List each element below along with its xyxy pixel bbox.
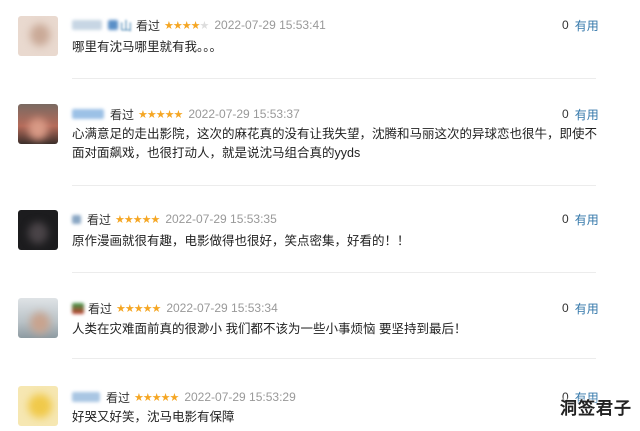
rating-stars: ★★★★★ — [138, 108, 183, 121]
avatar[interactable] — [18, 16, 58, 56]
review-meta: 看过 ★★★★★ 2022-07-29 15:53:37 — [72, 105, 300, 123]
rating-stars: ★★★★★ — [115, 213, 160, 226]
timestamp: 2022-07-29 15:53:29 — [184, 390, 296, 404]
useful-button[interactable]: 有用 — [575, 300, 599, 317]
vote-area: 0 有用 — [562, 210, 599, 228]
username-blurred[interactable] — [72, 109, 104, 119]
rating-stars: ★★★★★ — [116, 302, 161, 315]
avatar[interactable] — [18, 104, 58, 144]
avatar[interactable] — [18, 298, 58, 338]
review-meta: 看过 ★★★★★ 2022-07-29 15:53:34 — [72, 299, 278, 317]
rating-stars: ★★★★★ — [134, 391, 179, 404]
avatar[interactable] — [18, 386, 58, 426]
useful-button[interactable]: 有用 — [575, 106, 599, 123]
review-content: 好哭又好笑，沈马电影有保障 — [72, 410, 235, 424]
seen-label: 看过 — [136, 18, 161, 33]
divider — [72, 272, 596, 273]
review-meta: 山 看过 ★★★★★ 2022-07-29 15:53:41 — [72, 16, 326, 34]
seen-label: 看过 — [87, 212, 112, 227]
seen-label: 看过 — [106, 390, 131, 405]
vote-count: 0 — [562, 18, 569, 32]
username[interactable]: 山 — [120, 17, 132, 34]
watermark: 洞签君子 — [560, 399, 632, 418]
divider — [72, 185, 596, 186]
vote-count: 0 — [562, 301, 569, 315]
vote-count: 0 — [562, 107, 569, 121]
review-meta: 看过 ★★★★★ 2022-07-29 15:53:29 — [72, 388, 296, 406]
review-content: 哪里有沈马哪里就有我。。。 — [72, 40, 223, 54]
timestamp: 2022-07-29 15:53:37 — [188, 107, 300, 121]
review-content: 心满意足的走出影院，这次的麻花真的没有让我失望，沈腾和马丽这次的异球恋也很牛，即… — [72, 127, 598, 160]
useful-button[interactable]: 有用 — [575, 211, 599, 228]
divider — [72, 78, 596, 79]
username-blurred[interactable] — [72, 214, 81, 224]
rating-stars: ★★★★★ — [164, 19, 209, 32]
avatar[interactable] — [18, 210, 58, 250]
timestamp: 2022-07-29 15:53:34 — [166, 301, 278, 315]
seen-label: 看过 — [88, 301, 113, 316]
review-content: 原作漫画就很有趣，电影做得也很好，笑点密集，好看的！！ — [72, 234, 410, 248]
username-blurred[interactable] — [72, 392, 100, 402]
divider — [72, 358, 596, 359]
username-blurred[interactable] — [72, 302, 84, 314]
seen-label: 看过 — [110, 107, 135, 122]
vote-area: 0 有用 — [562, 299, 599, 317]
review-content: 人类在灾难面前真的很渺小 我们都不该为一些小事烦恼 要坚持到最后！ — [72, 322, 467, 336]
vote-area: 0 有用 — [562, 16, 599, 34]
vote-count: 0 — [562, 212, 569, 226]
review-meta: 看过 ★★★★★ 2022-07-29 15:53:35 — [72, 210, 277, 228]
timestamp: 2022-07-29 15:53:41 — [214, 18, 326, 32]
vote-area: 0 有用 — [562, 105, 599, 123]
username-blurred[interactable] — [72, 20, 102, 30]
timestamp: 2022-07-29 15:53:35 — [165, 212, 277, 226]
username-blurred[interactable] — [108, 20, 118, 30]
useful-button[interactable]: 有用 — [575, 17, 599, 34]
